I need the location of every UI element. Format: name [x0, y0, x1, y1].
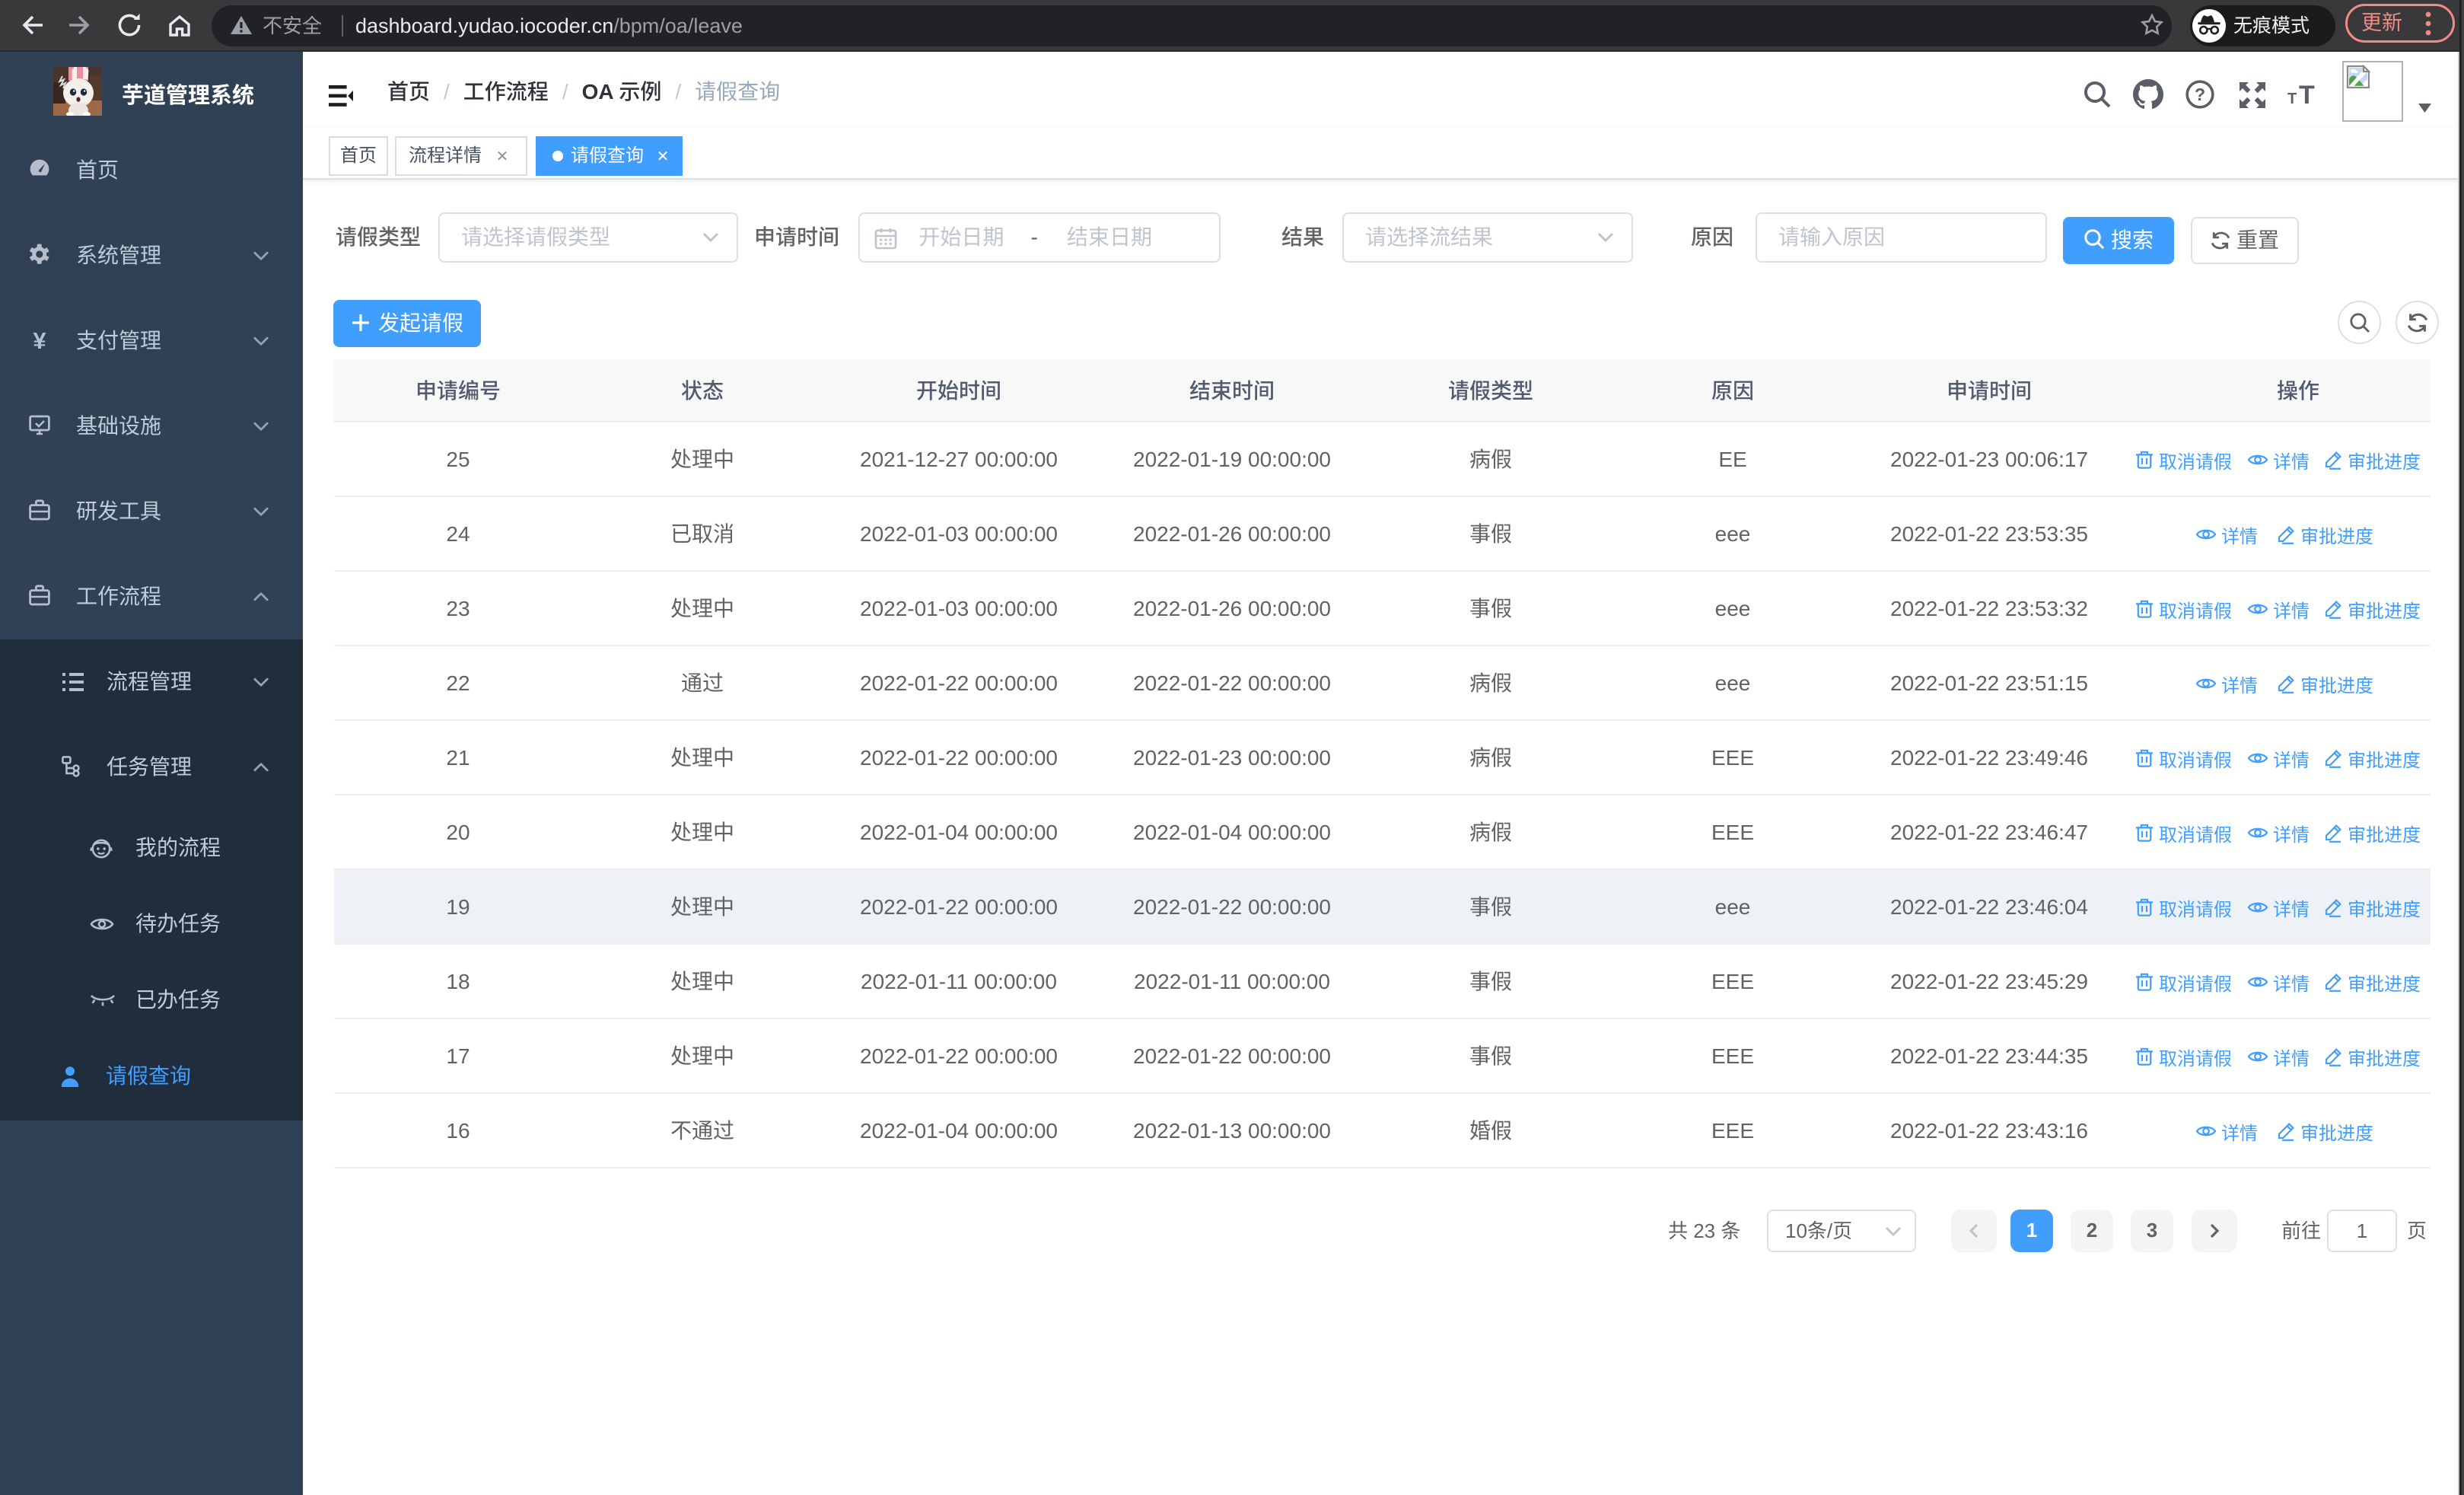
svg-text:¥: ¥ [33, 329, 46, 353]
svg-text:?: ? [2195, 84, 2205, 104]
svg-text:T: T [2287, 91, 2297, 107]
svg-text:T: T [2299, 81, 2315, 107]
